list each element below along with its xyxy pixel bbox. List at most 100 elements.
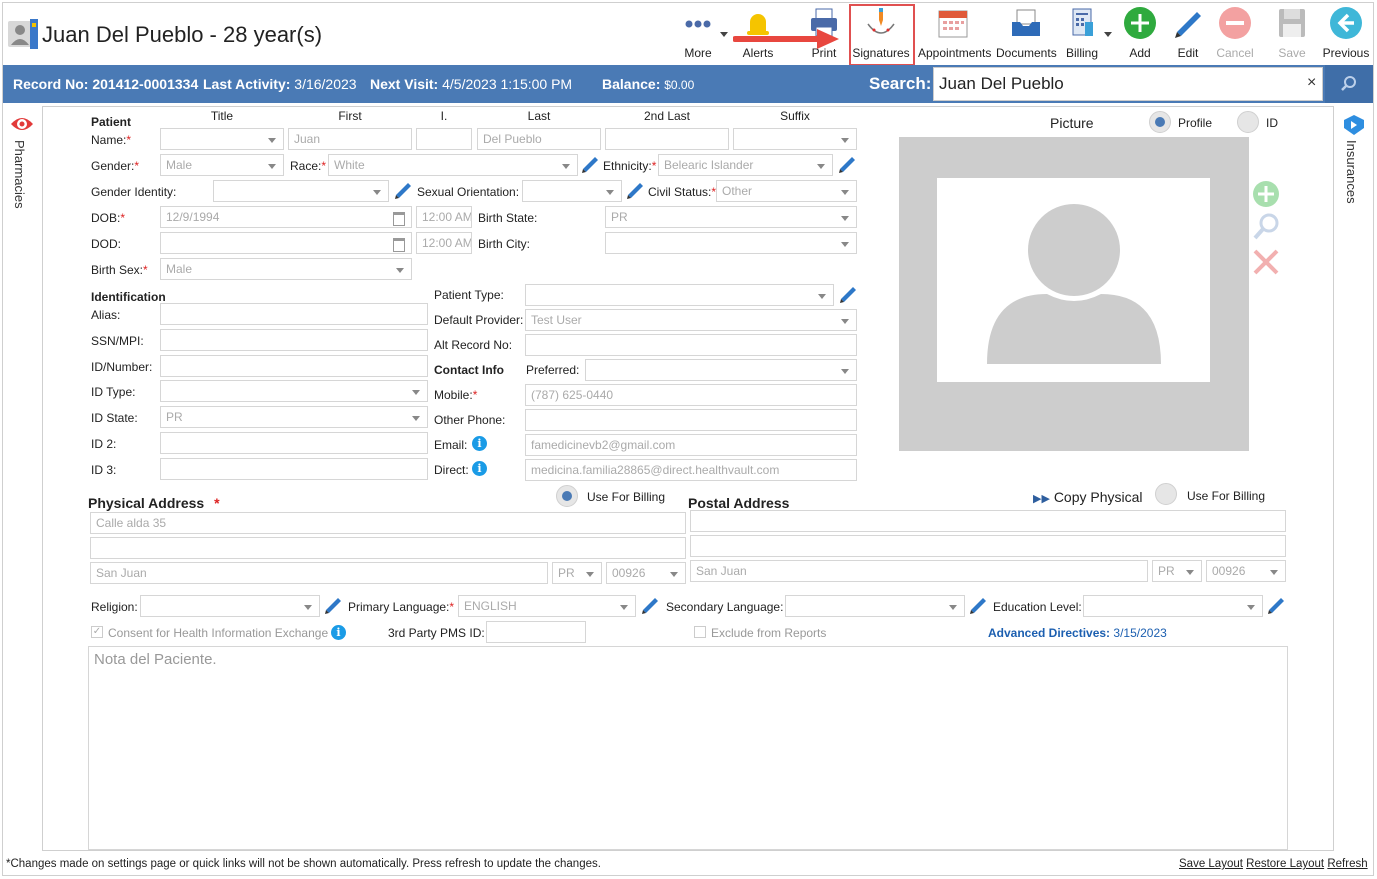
exclude-reports-checkbox[interactable] xyxy=(694,626,706,638)
save-layout-link[interactable]: Save Layout xyxy=(1179,858,1243,870)
physical-zip-select[interactable]: 00926 xyxy=(606,562,686,584)
postal-use-billing-radio[interactable] xyxy=(1155,483,1177,505)
gender-label: Gender:* xyxy=(91,159,140,173)
first-name-field[interactable]: Juan xyxy=(288,128,412,150)
insurances-tab[interactable]: Insurances xyxy=(1344,140,1359,204)
col-title: Title xyxy=(210,109,234,123)
email-info-icon[interactable]: i xyxy=(472,436,487,451)
birth-city-select[interactable] xyxy=(605,232,857,254)
dod-time-field[interactable]: 12:00 AM xyxy=(416,232,472,254)
copy-physical-button[interactable]: ▶▶ Copy Physical xyxy=(1033,489,1143,505)
default-provider-select[interactable]: Test User xyxy=(525,309,857,331)
other-phone-field[interactable] xyxy=(525,409,857,431)
record-value: 201412-0001334 xyxy=(92,76,199,92)
second-last-field[interactable] xyxy=(605,128,729,150)
alias-field[interactable] xyxy=(160,303,428,325)
search-input[interactable]: Juan Del Pueblo xyxy=(933,67,1323,101)
id3-field[interactable] xyxy=(160,458,428,480)
physical-line2-field[interactable] xyxy=(90,537,686,559)
pharmacies-tab[interactable]: Pharmacies xyxy=(12,140,27,209)
consent-checkbox[interactable]: ✓ xyxy=(91,626,103,638)
more-chevron-icon[interactable] xyxy=(720,32,728,37)
gender-select[interactable]: Male xyxy=(160,154,284,176)
patient-note-textarea[interactable]: Nota del Paciente. xyxy=(88,646,1288,850)
race-select[interactable]: White xyxy=(328,154,578,176)
secondary-language-label: Secondary Language: xyxy=(666,600,784,614)
gender-identity-select[interactable] xyxy=(213,180,389,202)
education-level-select[interactable] xyxy=(1083,595,1263,617)
education-level-edit-pencil-icon[interactable] xyxy=(1266,595,1286,615)
gender-identity-edit-pencil-icon[interactable] xyxy=(393,180,413,200)
title-select[interactable] xyxy=(160,128,284,150)
religion-edit-pencil-icon[interactable] xyxy=(323,595,343,615)
id-type-select[interactable] xyxy=(160,380,428,402)
patient-type-edit-pencil-icon[interactable] xyxy=(838,284,858,304)
consent-info-icon[interactable]: i xyxy=(331,625,346,640)
documents-button[interactable]: Documents xyxy=(996,6,1057,62)
alt-record-field[interactable] xyxy=(525,334,857,356)
patient-type-select[interactable] xyxy=(525,284,834,306)
save-button[interactable]: Save xyxy=(1262,6,1322,62)
id2-field[interactable] xyxy=(160,432,428,454)
initial-field[interactable] xyxy=(416,128,472,150)
mobile-field[interactable]: (787) 625-0440 xyxy=(525,384,857,406)
physical-use-billing-radio[interactable] xyxy=(556,485,578,507)
email-label: Email: xyxy=(434,438,468,452)
postal-line2-field[interactable] xyxy=(690,535,1286,557)
physical-line1-field[interactable]: Calle alda 35 xyxy=(90,512,686,534)
dod-field[interactable] xyxy=(160,232,412,254)
signatures-button[interactable]: Signatures xyxy=(851,6,911,62)
suffix-select[interactable] xyxy=(733,128,857,150)
dob-time-field[interactable]: 12:00 AM xyxy=(416,206,472,228)
postal-state-select[interactable]: PR xyxy=(1152,560,1202,582)
ethnicity-select[interactable]: Belearic Islander xyxy=(658,154,833,176)
profile-radio[interactable] xyxy=(1149,111,1171,133)
more-button[interactable]: More xyxy=(668,6,728,62)
direct-field[interactable]: medicina.familia28865@direct.healthvault… xyxy=(525,459,857,481)
direct-info-icon[interactable]: i xyxy=(472,461,487,476)
postal-line1-field[interactable] xyxy=(690,510,1286,532)
dod-label: DOD: xyxy=(91,237,121,251)
last-name-field[interactable]: Del Pueblo xyxy=(477,128,601,150)
religion-select[interactable] xyxy=(140,595,320,617)
physical-city-field[interactable]: San Juan xyxy=(90,562,548,584)
civil-status-select[interactable]: Other xyxy=(716,180,857,202)
id-number-field[interactable] xyxy=(160,355,428,377)
appointments-button[interactable]: Appointments xyxy=(918,6,991,62)
postal-city-field[interactable]: San Juan xyxy=(690,560,1148,582)
sexual-orientation-select[interactable] xyxy=(522,180,622,202)
ethnicity-edit-pencil-icon[interactable] xyxy=(837,154,857,174)
ssn-field[interactable] xyxy=(160,329,428,351)
sexual-orientation-edit-pencil-icon[interactable] xyxy=(625,180,645,200)
documents-tray-icon xyxy=(1012,9,1040,36)
birth-sex-select[interactable]: Male xyxy=(160,258,412,280)
secondary-language-edit-pencil-icon[interactable] xyxy=(968,595,988,615)
delete-photo-icon[interactable] xyxy=(1252,248,1280,276)
restore-layout-link[interactable]: Restore Layout xyxy=(1246,858,1324,870)
balance-value: $0.00 xyxy=(664,78,695,92)
cancel-button[interactable]: Cancel xyxy=(1205,6,1265,62)
secondary-language-select[interactable] xyxy=(785,595,965,617)
person-placeholder-icon xyxy=(987,204,1161,364)
postal-zip-select[interactable]: 00926 xyxy=(1206,560,1286,582)
refresh-link[interactable]: Refresh xyxy=(1327,858,1367,870)
preferred-select[interactable] xyxy=(585,359,857,381)
id-state-select[interactable]: PR xyxy=(160,406,428,428)
search-button[interactable] xyxy=(1325,65,1373,103)
add-photo-icon[interactable] xyxy=(1252,180,1280,208)
advanced-directives[interactable]: Advanced Directives: 3/15/2023 xyxy=(988,626,1167,640)
primary-language-edit-pencil-icon[interactable] xyxy=(640,595,660,615)
primary-language-select[interactable]: ENGLISH xyxy=(458,595,636,617)
zoom-photo-icon[interactable] xyxy=(1252,212,1280,242)
previous-button[interactable]: Previous xyxy=(1316,6,1376,62)
race-edit-pencil-icon[interactable] xyxy=(580,154,600,174)
dob-field[interactable]: 12/9/1994 xyxy=(160,206,412,228)
physical-state-select[interactable]: PR xyxy=(552,562,602,584)
balance-label: Balance: xyxy=(602,76,661,92)
billing-button[interactable]: Billing xyxy=(1052,6,1112,62)
third-party-pms-field[interactable] xyxy=(486,621,586,643)
id-radio[interactable] xyxy=(1237,111,1259,133)
email-field[interactable]: famedicinevb2@gmail.com xyxy=(525,434,857,456)
search-clear-button[interactable]: × xyxy=(1307,74,1316,92)
birth-state-select[interactable]: PR xyxy=(605,206,857,228)
